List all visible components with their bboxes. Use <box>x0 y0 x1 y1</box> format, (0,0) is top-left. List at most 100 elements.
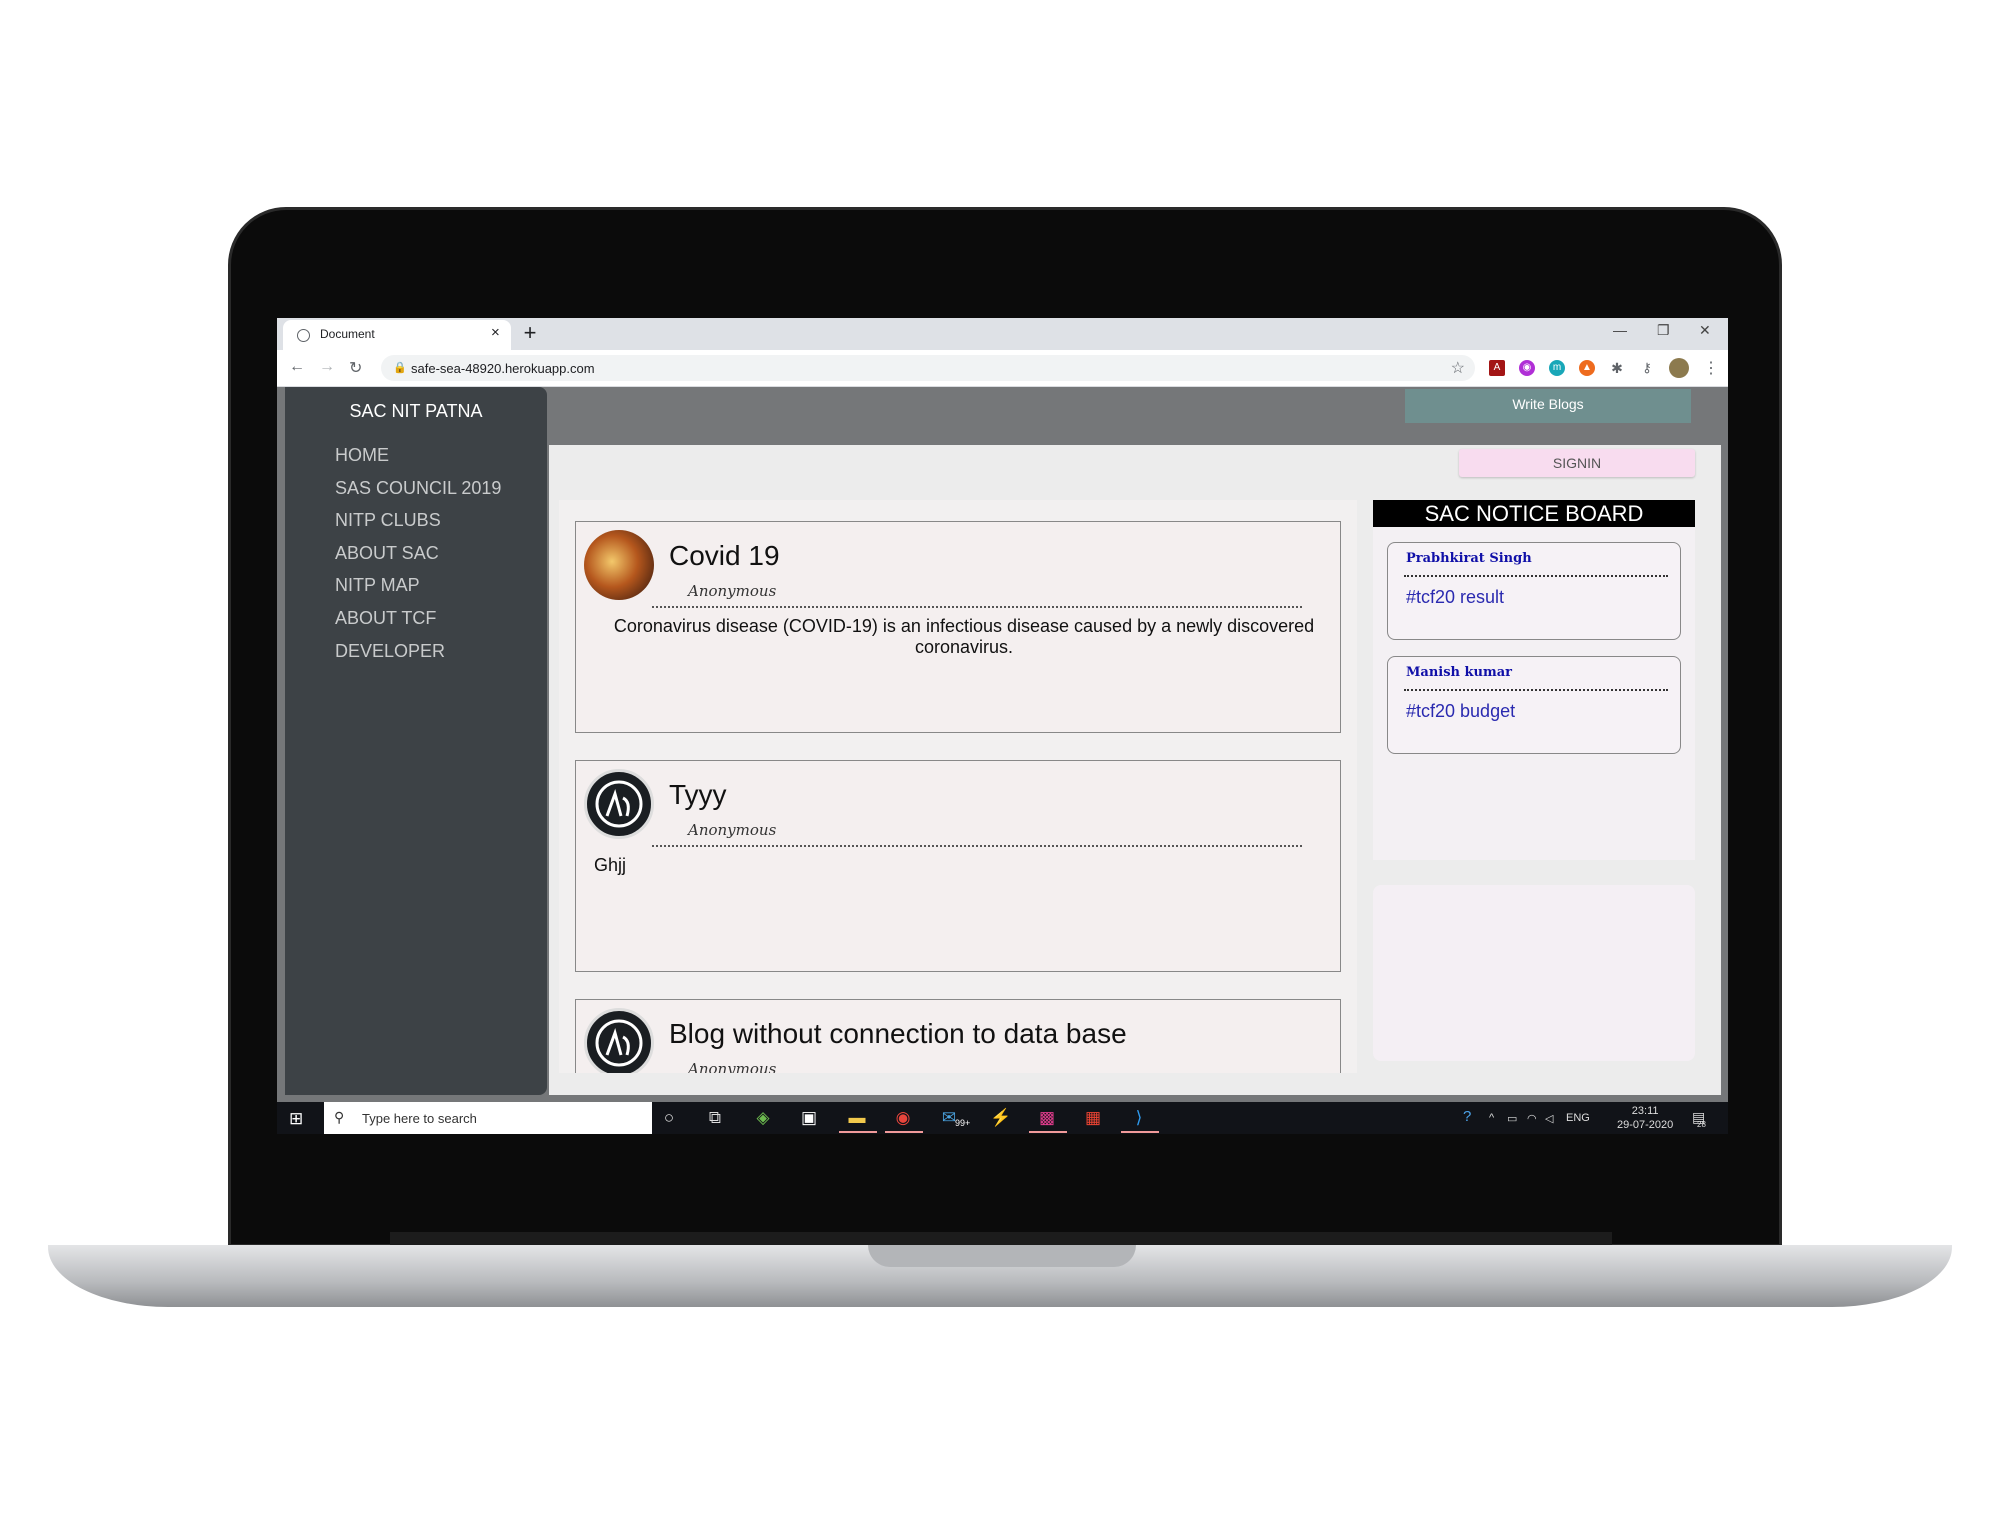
tab-strip: Document × + — ❐ ✕ <box>277 318 1728 350</box>
close-icon[interactable]: × <box>491 324 500 341</box>
clock-date: 29-07-2020 <box>1617 1119 1674 1131</box>
flame-extension-icon[interactable]: ▲ <box>1579 360 1595 376</box>
extension-icon[interactable]: m <box>1549 360 1565 376</box>
search-placeholder: Type here to search <box>362 1111 477 1126</box>
blog-post[interactable]: Blog without connection to data base Ano… <box>575 999 1341 1073</box>
screen: Document × + — ❐ ✕ ← → ↻ 🔒 safe-sea-4892… <box>277 318 1728 1134</box>
key-icon[interactable]: ⚷ <box>1639 360 1655 376</box>
bookmark-star-icon[interactable]: ☆ <box>1451 358 1465 378</box>
write-blogs-button[interactable]: Write Blogs <box>1405 389 1691 423</box>
forward-icon[interactable]: → <box>319 358 335 376</box>
nav-home[interactable]: HOME <box>335 443 501 476</box>
main-content: SIGNIN Covid 19 Anonymous Coronavirus di… <box>549 445 1721 1095</box>
logo-icon <box>595 780 643 828</box>
language-indicator[interactable]: ENG <box>1566 1112 1590 1124</box>
chrome-icon[interactable]: ◉ <box>891 1108 915 1128</box>
search-icon: ⚲ <box>334 1109 345 1125</box>
window-close-icon[interactable]: ✕ <box>1699 322 1711 339</box>
post-body: Ghjj <box>594 855 627 875</box>
lock-icon: 🔒 <box>393 362 407 374</box>
sidebar-nav: HOME SAS COUNCIL 2019 NITP CLUBS ABOUT S… <box>335 443 501 671</box>
notice-divider <box>1404 689 1668 691</box>
side-panel <box>1373 885 1695 1061</box>
nav-sas-council[interactable]: SAS COUNCIL 2019 <box>335 476 501 509</box>
active-indicator <box>1029 1131 1067 1133</box>
nav-about-tcf[interactable]: ABOUT TCF <box>335 606 501 639</box>
notice-author: Manish kumar <box>1406 665 1512 680</box>
cortana-icon[interactable]: ○ <box>657 1108 681 1128</box>
post-title: Covid 19 <box>669 540 780 571</box>
tab-title: Document <box>320 327 375 341</box>
file-explorer-icon[interactable]: ▬ <box>845 1108 869 1128</box>
back-icon[interactable]: ← <box>289 358 305 376</box>
nav-developer[interactable]: DEVELOPER <box>335 639 501 672</box>
post-divider <box>652 606 1302 608</box>
active-indicator <box>885 1131 923 1133</box>
blog-post[interactable]: Covid 19 Anonymous Coronavirus disease (… <box>575 521 1341 733</box>
active-indicator <box>839 1131 877 1133</box>
notice-item[interactable]: Manish kumar #tcf20 budget <box>1387 656 1681 754</box>
url-text: safe-sea-48920.herokuapp.com <box>411 361 595 376</box>
logo-icon <box>595 1019 643 1067</box>
notice-author: Prabhkirat Singh <box>1406 551 1532 566</box>
laptop-hinge <box>390 1232 1612 1245</box>
colorful-app-icon[interactable]: ▦ <box>1081 1108 1105 1128</box>
profile-avatar[interactable] <box>1669 358 1689 378</box>
minimize-icon[interactable]: — <box>1613 322 1627 338</box>
windows-start-icon[interactable]: ⊞ <box>289 1109 303 1129</box>
address-bar[interactable]: 🔒 safe-sea-48920.herokuapp.com ☆ <box>381 355 1475 381</box>
taskbar-search[interactable]: ⚲ Type here to search <box>324 1102 652 1134</box>
post-title: Blog without connection to data base <box>669 1018 1127 1049</box>
clock[interactable]: 23:11 29-07-2020 <box>1617 1104 1673 1132</box>
nav-about-sac[interactable]: ABOUT SAC <box>335 541 501 574</box>
vscode-icon[interactable]: ⟩ <box>1127 1108 1151 1128</box>
store-icon[interactable]: ▣ <box>797 1108 821 1128</box>
sidebar: SAC NIT PATNA HOME SAS COUNCIL 2019 NITP… <box>285 387 547 1095</box>
notification-count: 28 <box>1697 1120 1706 1129</box>
notice-board: SAC NOTICE BOARD Prabhkirat Singh #tcf20… <box>1373 500 1695 860</box>
chevron-up-icon[interactable]: ^ <box>1489 1112 1494 1124</box>
blog-post[interactable]: Tyyy Anonymous Ghjj <box>575 760 1341 972</box>
site-brand: SAC NIT PATNA <box>349 401 483 421</box>
mail-badge: 99+ <box>955 1118 971 1128</box>
active-indicator <box>1121 1131 1159 1133</box>
signin-button[interactable]: SIGNIN <box>1459 449 1695 477</box>
post-body: Coronavirus disease (COVID-19) is an inf… <box>613 616 1315 657</box>
post-title: Tyyy <box>669 779 727 810</box>
windows-taskbar: ⊞ ⚲ Type here to search ○ ⧉ ◈ ▣ ▬ ◉ ✉ 99… <box>277 1102 1728 1134</box>
volume-icon[interactable]: ◁ <box>1545 1112 1553 1125</box>
clock-time: 23:11 <box>1631 1105 1659 1117</box>
post-author: Anonymous <box>688 1060 777 1073</box>
blog-feed: Covid 19 Anonymous Coronavirus disease (… <box>559 500 1357 1073</box>
task-view-icon[interactable]: ⧉ <box>703 1108 727 1128</box>
post-avatar <box>584 530 654 600</box>
reload-icon[interactable]: ↻ <box>349 358 362 378</box>
nav-nitp-map[interactable]: NITP MAP <box>335 573 501 606</box>
restore-icon[interactable]: ❐ <box>1657 322 1670 339</box>
browser-tab[interactable]: Document × <box>283 320 511 350</box>
post-avatar <box>584 1008 654 1073</box>
web-page: SAC NIT PATNA HOME SAS COUNCIL 2019 NITP… <box>277 387 1728 1102</box>
android-studio-icon[interactable]: ◈ <box>751 1108 775 1128</box>
post-author: Anonymous <box>688 821 777 839</box>
laptop-notch <box>868 1245 1136 1267</box>
notice-divider <box>1404 575 1668 577</box>
help-icon[interactable]: ? <box>1463 1108 1471 1125</box>
battery-icon[interactable]: ▭ <box>1507 1112 1517 1125</box>
flutter-icon[interactable]: ⚡ <box>989 1108 1013 1128</box>
notice-item[interactable]: Prabhkirat Singh #tcf20 result <box>1387 542 1681 640</box>
pdf-extension-icon[interactable]: A <box>1489 360 1505 376</box>
browser-toolbar: ← → ↻ 🔒 safe-sea-48920.herokuapp.com ☆ A… <box>277 350 1728 387</box>
notice-tag[interactable]: #tcf20 budget <box>1406 701 1515 722</box>
nav-nitp-clubs[interactable]: NITP CLUBS <box>335 508 501 541</box>
terminal-icon[interactable]: ▩ <box>1035 1108 1059 1128</box>
extension-icon[interactable]: ◉ <box>1519 360 1535 376</box>
post-avatar <box>584 769 654 839</box>
menu-dots-icon[interactable]: ⋮ <box>1703 358 1719 378</box>
post-author: Anonymous <box>688 582 777 600</box>
notice-tag[interactable]: #tcf20 result <box>1406 587 1504 608</box>
puzzle-icon[interactable]: ✱ <box>1609 360 1625 376</box>
post-divider <box>652 845 1302 847</box>
new-tab-button[interactable]: + <box>517 320 543 346</box>
wifi-icon[interactable]: ◠ <box>1527 1112 1537 1125</box>
